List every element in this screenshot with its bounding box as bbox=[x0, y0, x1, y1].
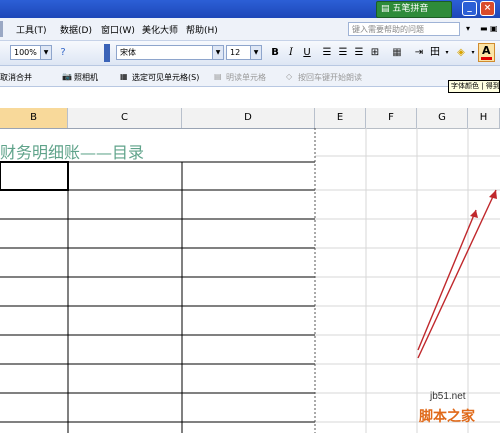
font-size-select[interactable]: 12 ▼ bbox=[226, 45, 262, 60]
font-color-tooltip: 字体颜色 | 得到 bbox=[448, 80, 500, 93]
toolbar-grip bbox=[104, 44, 110, 62]
chevron-down-icon: ▼ bbox=[250, 46, 261, 59]
help-search-input[interactable]: 键入需要帮助的问题 bbox=[348, 22, 460, 36]
ime-label: 五笔拼音 bbox=[392, 4, 429, 14]
merge-center-icon[interactable]: ⊞ bbox=[368, 45, 382, 60]
underline-button[interactable]: U bbox=[300, 45, 314, 60]
select-visible-button[interactable]: 选定可见单元格(S) bbox=[132, 72, 199, 83]
format-painter-icon[interactable]: ▦ bbox=[390, 45, 404, 60]
minimize-button[interactable]: _ bbox=[462, 1, 477, 16]
font-color-icon: A bbox=[482, 44, 491, 57]
camera-icon[interactable]: 📷 bbox=[62, 72, 72, 81]
font-color-button[interactable]: A bbox=[478, 43, 495, 62]
restore-window-icon[interactable]: ▣ bbox=[490, 24, 498, 33]
bold-button[interactable]: B bbox=[268, 45, 282, 60]
column-header-C[interactable]: C bbox=[68, 108, 182, 128]
ime-indicator[interactable]: ▤ 五笔拼音 bbox=[376, 1, 452, 18]
indent-icon[interactable]: ⇥ bbox=[412, 45, 426, 60]
menu-beautify[interactable]: 美化大师 bbox=[142, 23, 178, 36]
align-left-icon[interactable]: ☰ bbox=[320, 45, 334, 60]
chevron-down-icon: ▼ bbox=[212, 46, 223, 59]
watermark-brand: 脚本之家 bbox=[419, 409, 475, 425]
column-header-E[interactable]: E bbox=[315, 108, 366, 128]
zoom-select[interactable]: 100% ▼ bbox=[10, 45, 52, 60]
align-center-icon[interactable]: ☰ bbox=[336, 45, 350, 60]
column-header-H[interactable]: H bbox=[468, 108, 500, 128]
watermark-site: jb51.net bbox=[430, 391, 466, 402]
read-aloud-icon[interactable]: ◇ bbox=[286, 72, 292, 81]
menu-window[interactable]: 窗口(W) bbox=[101, 23, 135, 36]
menu-data[interactable]: 数据(D) bbox=[60, 23, 92, 36]
help-dropdown-icon[interactable]: ▾ bbox=[466, 24, 470, 33]
column-header-B[interactable]: B bbox=[0, 108, 68, 128]
align-right-icon[interactable]: ☰ bbox=[352, 45, 366, 60]
read-aloud-button[interactable]: 按回车键开始朗读 bbox=[298, 72, 362, 83]
column-header-G[interactable]: G bbox=[417, 108, 468, 128]
read-cells-button[interactable]: 明读单元格 bbox=[226, 72, 266, 83]
menu-grip bbox=[0, 21, 3, 37]
font-color-swatch bbox=[481, 57, 492, 60]
menu-tools[interactable]: 工具(T) bbox=[16, 23, 47, 36]
restore-icon[interactable]: ▬ bbox=[480, 24, 488, 33]
sheet-title[interactable]: 财务明细账——目录 bbox=[0, 139, 144, 163]
column-header-D[interactable]: D bbox=[182, 108, 315, 128]
read-cells-icon[interactable]: ▤ bbox=[214, 72, 222, 81]
cancel-merge-button[interactable]: 取消合并 bbox=[0, 72, 32, 83]
column-header-F[interactable]: F bbox=[366, 108, 417, 128]
font-name-value: 宋体 bbox=[120, 48, 136, 57]
close-button[interactable]: × bbox=[480, 1, 495, 16]
font-name-select[interactable]: 宋体 ▼ bbox=[116, 45, 224, 60]
chevron-down-icon: ▼ bbox=[40, 46, 51, 59]
italic-button[interactable]: I bbox=[284, 45, 298, 60]
camera-button[interactable]: 照相机 bbox=[74, 72, 98, 83]
font-size-value: 12 bbox=[230, 48, 241, 57]
menu-help[interactable]: 帮助(H) bbox=[186, 23, 218, 36]
select-visible-icon[interactable]: ▦ bbox=[120, 72, 128, 81]
cell-grid[interactable] bbox=[0, 128, 500, 433]
help-icon[interactable]: ? bbox=[56, 45, 70, 60]
ime-icon: ▤ bbox=[381, 4, 390, 14]
borders-dropdown-icon[interactable]: ▾ bbox=[440, 45, 454, 60]
zoom-value: 100% bbox=[14, 48, 37, 57]
